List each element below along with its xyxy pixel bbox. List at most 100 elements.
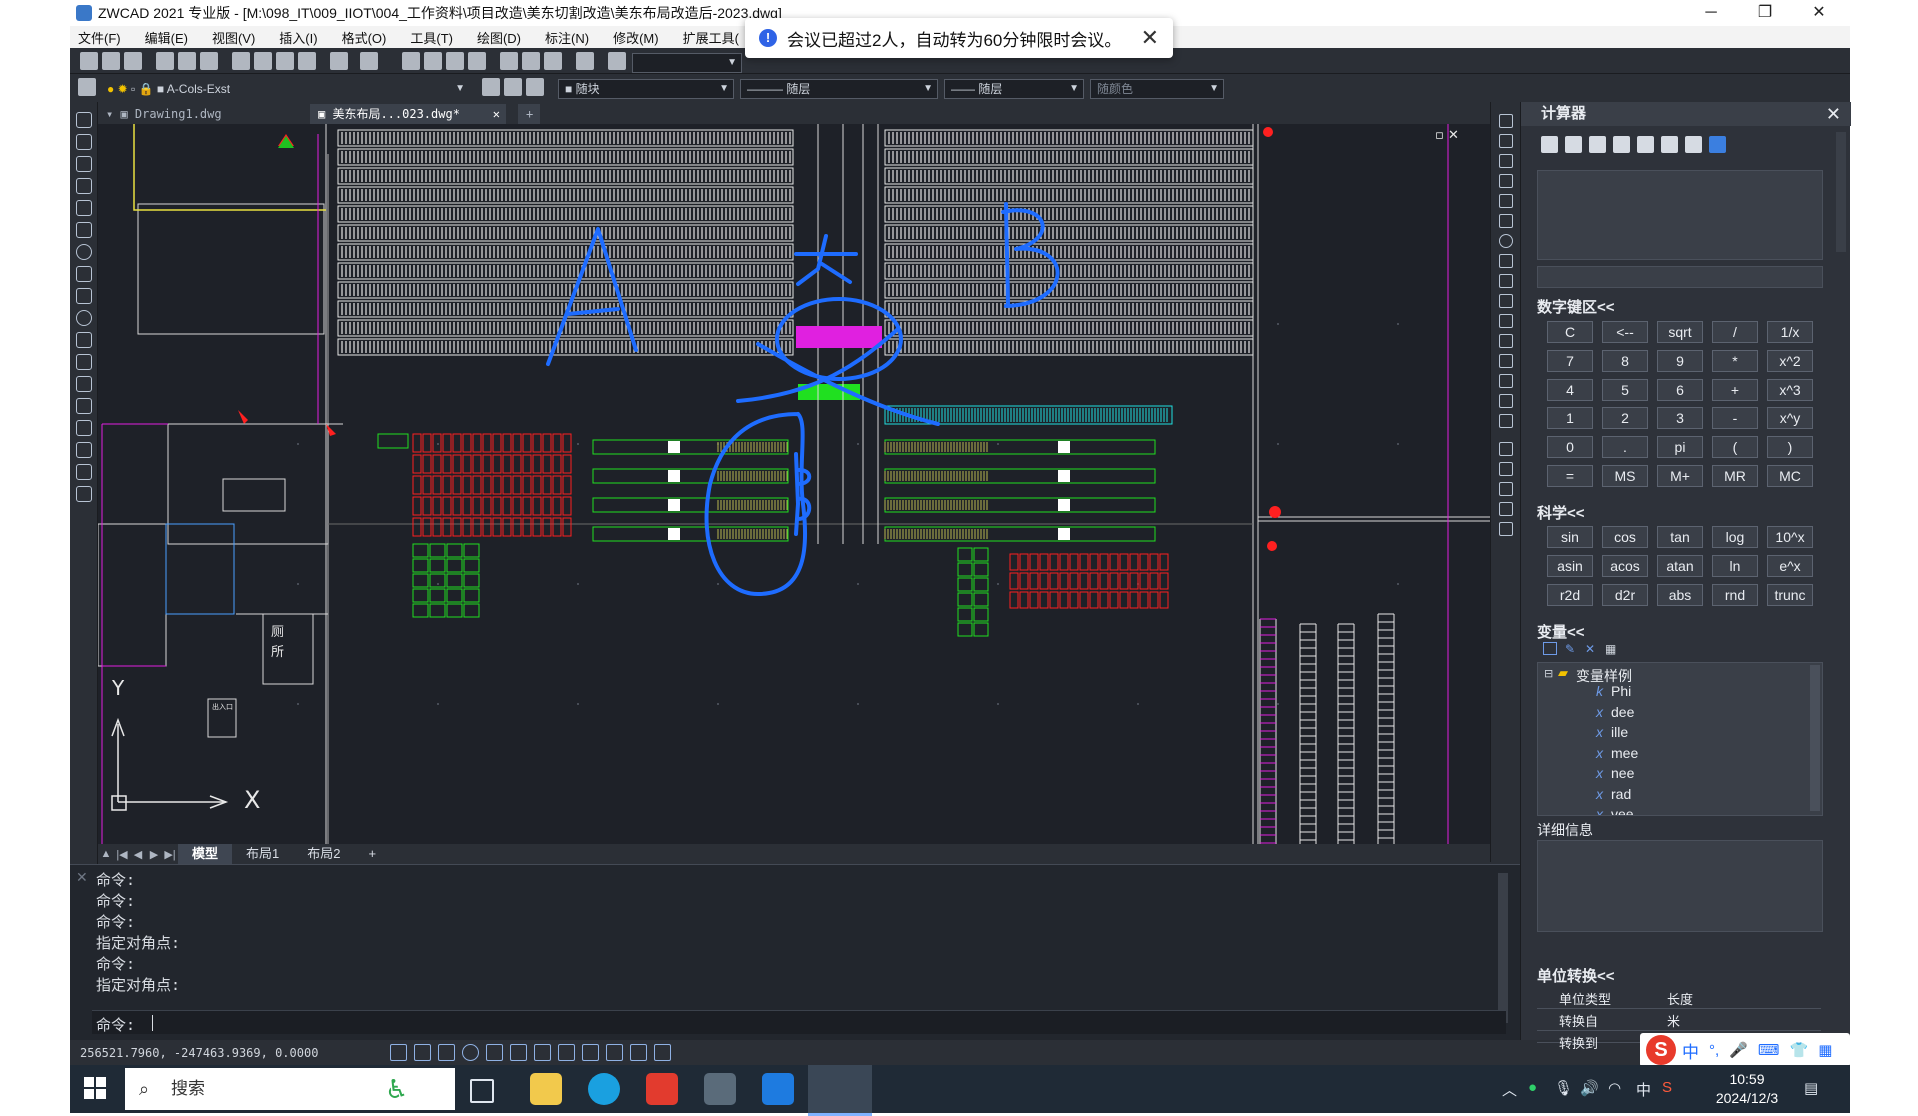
tab-layout1[interactable]: 布局1	[232, 844, 293, 864]
text-style-icon[interactable]	[608, 52, 626, 70]
science-key[interactable]: 10^x	[1767, 526, 1813, 548]
layer-off-tool-icon[interactable]	[1499, 522, 1513, 536]
numpad-key[interactable]: 0	[1547, 436, 1593, 459]
scale-tool-icon[interactable]	[1499, 254, 1513, 268]
tab-layout2[interactable]: 布局2	[293, 844, 354, 864]
menu-modify[interactable]: 修改(M)	[613, 28, 659, 47]
file-explorer-icon[interactable]	[530, 1073, 562, 1105]
calculator-scrollbar[interactable]	[1836, 132, 1846, 252]
layout-prev-icon[interactable]: ◀	[130, 848, 146, 861]
unit-row[interactable]: 转换自 米	[1537, 1008, 1821, 1031]
point-tool-icon[interactable]	[76, 398, 92, 414]
snap-icon[interactable]	[390, 1044, 407, 1061]
revcloud-tool-icon[interactable]	[76, 266, 92, 282]
numpad-key[interactable]: 1	[1547, 407, 1593, 430]
selection-cycling-icon[interactable]	[630, 1044, 647, 1061]
insert-block-icon[interactable]	[76, 354, 92, 370]
windows-start-icon[interactable]	[84, 1077, 106, 1099]
delete-variable-icon[interactable]: ✕	[1585, 642, 1595, 656]
collapse-icon[interactable]: ⊟	[1544, 667, 1553, 680]
numpad-key[interactable]: 6	[1657, 378, 1703, 401]
numpad-key[interactable]: x^2	[1767, 349, 1813, 372]
numpad-key[interactable]: 3	[1657, 407, 1703, 430]
variable-item[interactable]: x ille	[1596, 724, 1628, 740]
design-center-icon[interactable]	[522, 52, 540, 70]
spline-tool-icon[interactable]	[76, 288, 92, 304]
numpad-key[interactable]: MS	[1602, 465, 1648, 487]
variable-item[interactable]: x mee	[1596, 745, 1638, 761]
command-input[interactable]: 命令:	[92, 1010, 1506, 1034]
close-button[interactable]: ✕	[1792, 0, 1846, 26]
numpad-key[interactable]: (	[1712, 436, 1758, 459]
numpad-key[interactable]: 1/x	[1767, 321, 1813, 343]
undo-icon[interactable]	[330, 52, 348, 70]
extend-tool-icon[interactable]	[1499, 314, 1513, 328]
new-tab-button[interactable]: +	[518, 104, 540, 124]
properties-icon[interactable]	[500, 52, 518, 70]
break-tool-icon[interactable]	[1499, 334, 1513, 348]
get-coordinates-icon[interactable]	[1589, 136, 1606, 153]
otrack-icon[interactable]	[510, 1044, 527, 1061]
zoom-realtime-icon[interactable]	[424, 52, 442, 70]
distance-icon[interactable]	[1613, 136, 1630, 153]
tray-sogou-icon[interactable]: S	[1662, 1079, 1672, 1096]
numpad-key[interactable]: C	[1547, 321, 1593, 343]
make-block-icon[interactable]	[76, 376, 92, 392]
viewport-controls[interactable]: ▫ ✕	[1435, 128, 1459, 143]
notification-center-icon[interactable]: ▤	[1804, 1079, 1818, 1097]
mic-icon[interactable]: 🎤	[1729, 1041, 1748, 1059]
science-key[interactable]: abs	[1657, 583, 1703, 606]
region-tool-icon[interactable]	[76, 442, 92, 458]
numpad-key[interactable]: 8	[1602, 349, 1648, 372]
new-variable-icon[interactable]	[1543, 642, 1557, 655]
numpad-key[interactable]: -	[1712, 407, 1758, 430]
science-key[interactable]: atan	[1657, 554, 1703, 577]
rotate-tool-icon[interactable]	[1499, 234, 1513, 248]
science-key[interactable]: log	[1712, 526, 1758, 548]
layout-first-icon[interactable]: ▲	[98, 848, 114, 860]
array-tool-icon[interactable]	[1499, 194, 1513, 208]
tray-ime-lang[interactable]: 中	[1636, 1079, 1651, 1100]
lineweight-icon[interactable]	[582, 1044, 599, 1061]
color-select[interactable]: ■ 随块 ▼	[558, 79, 734, 99]
redo-icon[interactable]	[360, 52, 378, 70]
match-properties-icon[interactable]	[298, 52, 316, 70]
lineweight-select[interactable]: —— 随层 ▼	[944, 79, 1084, 99]
menu-tools[interactable]: 工具(T)	[410, 28, 453, 47]
taskbar-search[interactable]: ⌕ 搜索 ♿	[125, 1068, 455, 1110]
menu-draw[interactable]: 绘图(D)	[477, 28, 521, 47]
help-icon[interactable]	[576, 52, 594, 70]
numpad-key[interactable]: )	[1767, 436, 1813, 459]
science-key[interactable]: cos	[1602, 526, 1648, 548]
tray-mic-icon[interactable]: 🎙	[1554, 1079, 1573, 1097]
tray-expand-icon[interactable]: ︿	[1502, 1079, 1517, 1100]
menu-insert[interactable]: 插入(I)	[279, 28, 317, 47]
open-file-icon[interactable]	[102, 52, 120, 70]
chamfer-tool-icon[interactable]	[1499, 374, 1513, 388]
variable-item[interactable]: x dee	[1596, 704, 1634, 720]
edit-variable-icon[interactable]: ✎	[1565, 642, 1575, 656]
stretch-tool-icon[interactable]	[1499, 274, 1513, 288]
rectangle-tool-icon[interactable]	[76, 200, 92, 216]
dyn-icon[interactable]	[558, 1044, 575, 1061]
variables-title[interactable]: 变量<<	[1537, 621, 1585, 642]
calculator-variable-icon[interactable]: ▦	[1605, 642, 1616, 656]
science-key[interactable]: d2r	[1602, 583, 1648, 606]
calculator-close-button[interactable]: ✕	[1826, 102, 1841, 126]
command-close-icon[interactable]: ✕	[76, 869, 88, 886]
linetype-select[interactable]: ——— 随层 ▼	[740, 79, 938, 99]
zoom-window-icon[interactable]	[446, 52, 464, 70]
mtext-tool-icon[interactable]	[76, 486, 92, 502]
calc-input[interactable]	[1537, 266, 1823, 288]
meeting-app-icon[interactable]	[762, 1073, 794, 1105]
ime-lang-icon[interactable]: 中	[1682, 1038, 1699, 1063]
add-layout-button[interactable]: +	[354, 844, 390, 864]
tab-active-drawing[interactable]: ▣ 美东布局...023.dwg* ✕	[310, 104, 506, 124]
circle-tool-icon[interactable]	[76, 244, 92, 260]
numpad-key[interactable]: <--	[1602, 321, 1648, 343]
numpad-key[interactable]: x^y	[1767, 407, 1813, 430]
numpad-title[interactable]: 数字键区<<	[1537, 296, 1615, 317]
polar-icon[interactable]	[462, 1044, 479, 1061]
tab-drawing1[interactable]: ▾ ▣ Drawing1.dwg	[98, 104, 298, 124]
make-current-icon[interactable]	[482, 78, 500, 96]
